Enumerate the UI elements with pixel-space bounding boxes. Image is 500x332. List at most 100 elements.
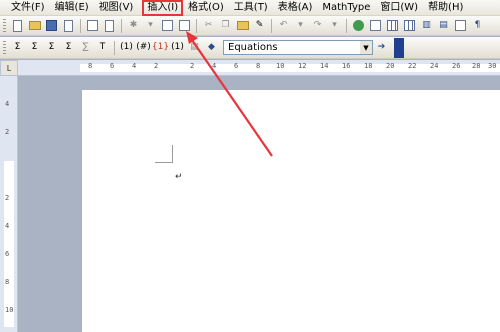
mathtype-toolbar: Σ Σ Σ Σ ∑ T (1) (#) {1} (1) ▤ ◆ Equation… [0,37,500,59]
ruler-number: 20 [386,62,395,70]
export-equations-button[interactable]: ▤ [187,40,202,55]
ruler-text-area [4,161,14,327]
document-page[interactable]: ↵ [82,90,500,332]
undo-dropdown[interactable]: ▾ [293,18,308,33]
ruler-number: 22 [408,62,417,70]
drawing-icon: ▤ [439,20,448,30]
text-boundary-corner [155,145,173,163]
inline-equation-button[interactable]: Σ [10,40,25,55]
menu-file[interactable]: 文件(F) [6,0,50,16]
show-hide-button[interactable]: ¶ [470,18,485,33]
paste-icon [236,21,249,30]
permission-button[interactable] [61,18,76,33]
print-preview-button[interactable] [102,18,117,33]
update-equation-numbers-button[interactable]: (1) [170,40,185,55]
menu-insert[interactable]: 插入(I) [142,0,184,16]
browse-previous-button[interactable]: ◆ [204,40,219,55]
research-button[interactable]: ▾ [143,18,158,33]
ruler-number: 8 [88,62,93,70]
insert-excel-icon [404,20,415,31]
right-numbered-equation-button[interactable]: Σ [61,40,76,55]
menu-format[interactable]: 格式(O) [183,0,229,16]
insert-symbol-icon [162,20,173,31]
spelling-button[interactable]: ✱ [126,18,141,33]
sigma-icon: Σ [14,42,21,52]
separator [80,18,81,33]
menu-table[interactable]: 表格(A) [273,0,318,16]
horizontal-ruler[interactable]: 8 6 4 2 2 4 6 8 10 12 14 16 18 20 22 24 … [18,60,500,76]
dropdown-value: Equations [228,42,278,53]
menu-tools[interactable]: 工具(T) [229,0,273,16]
save-button[interactable] [44,18,59,33]
copy-icon: ❐ [221,20,230,30]
ruler-number: 2 [5,128,10,136]
chapter-break-label: {1} [151,42,170,52]
tables-borders-button[interactable] [368,18,383,33]
redo-dropdown[interactable]: ▾ [327,18,342,33]
insert-object-button[interactable] [177,18,192,33]
tab-selector[interactable]: L [0,60,18,76]
print-button[interactable] [85,18,100,33]
toolbar-grip[interactable] [3,40,6,55]
update-numbers-label: (1) [171,42,184,52]
document-map-button[interactable] [453,18,468,33]
insert-chapter-break-button[interactable]: {1} [151,40,170,55]
ruler-number: 4 [5,100,10,108]
save-icon [46,20,57,31]
insert-excel-button[interactable] [402,18,417,33]
format-painter-button[interactable]: ✎ [252,18,267,33]
copy-button[interactable]: ❐ [218,18,233,33]
toolbar-options-button[interactable] [394,37,404,58]
insert-symbol-button[interactable] [160,18,175,33]
insert-object-icon [179,20,190,31]
hyperlink-icon [353,20,364,31]
insert-table-icon [387,20,398,31]
columns-button[interactable]: ▥ [419,18,434,33]
sigma-left-icon: Σ [48,42,55,52]
ruler-number: 2 [190,62,195,70]
ruler-number: 12 [298,62,307,70]
redo-button[interactable]: ↷ [310,18,325,33]
insert-table-button[interactable] [385,18,400,33]
spelling-icon: ✱ [129,20,138,30]
undo-button[interactable]: ↶ [276,18,291,33]
insert-equation-number-button[interactable]: (1) [119,40,134,55]
toolbar-grip[interactable] [3,18,6,33]
insert-equation-reference-button[interactable]: (#) [136,40,151,55]
print-preview-icon [105,19,114,32]
paste-button[interactable] [235,18,250,33]
menu-edit[interactable]: 编辑(E) [50,0,94,16]
math-input-button[interactable]: ∑ [78,40,93,55]
ruler-number: 4 [212,62,217,70]
hyperlink-button[interactable] [351,18,366,33]
format-painter-icon: ✎ [255,20,264,30]
arrow-left-icon: ◆ [208,42,215,52]
menu-mathtype[interactable]: MathType [317,0,375,16]
separator [271,18,272,33]
ruler-number: 24 [430,62,439,70]
printer-icon [87,20,98,31]
separator [346,18,347,33]
open-button[interactable] [27,18,42,33]
separator [196,18,197,33]
tex-toggle-button[interactable]: T [95,40,110,55]
browse-next-button[interactable]: ➔ [374,40,389,55]
new-document-button[interactable] [10,18,25,33]
drawing-button[interactable]: ▤ [436,18,451,33]
menu-view[interactable]: 视图(V) [94,0,139,16]
menu-window[interactable]: 窗口(W) [375,0,423,16]
left-numbered-equation-button[interactable]: Σ [44,40,59,55]
sigma-right-icon: Σ [65,42,72,52]
tables-borders-icon [370,20,381,31]
columns-icon: ▥ [422,20,431,30]
arrow-right-icon: ➔ [377,42,386,52]
chevron-down-icon[interactable]: ▼ [360,41,372,54]
tex-icon: T [99,42,106,52]
vertical-ruler[interactable]: 4 2 2 4 6 8 10 [0,76,18,332]
browse-equations-dropdown[interactable]: Equations ▼ [223,40,373,55]
menu-help[interactable]: 帮助(H) [423,0,468,16]
math-input-icon: ∑ [82,42,89,52]
redo-icon: ↷ [313,20,322,30]
cut-button[interactable]: ✂ [201,18,216,33]
display-equation-button[interactable]: Σ [27,40,42,55]
